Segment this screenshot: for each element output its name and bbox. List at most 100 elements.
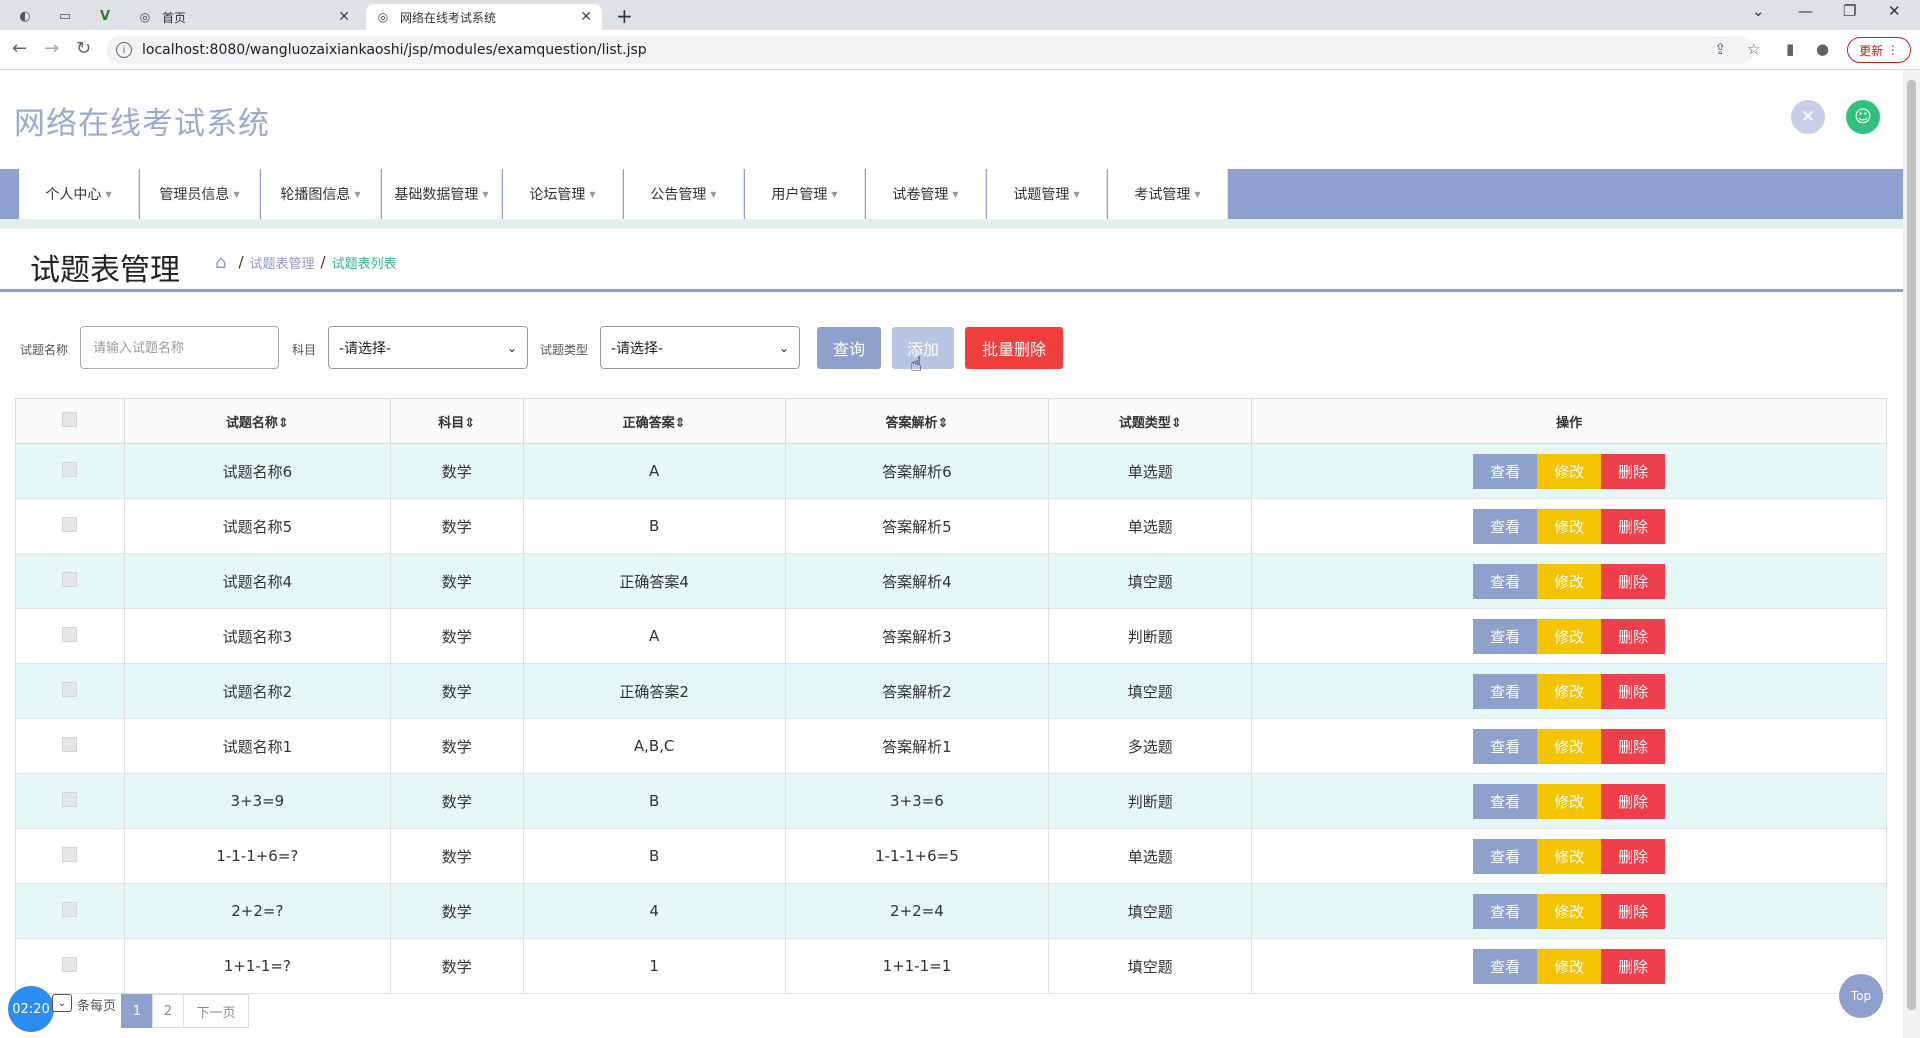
question-type-cell: 填空题 — [1048, 938, 1253, 994]
delete-button[interactable]: 删除 — [1601, 673, 1666, 709]
breadcrumb-link[interactable]: 试题表管理 — [250, 253, 315, 272]
row-checkbox[interactable] — [62, 626, 78, 642]
close-window-button[interactable]: ✕ — [1888, 2, 1901, 20]
back-arrow-icon[interactable]: ← — [12, 38, 27, 59]
page-button-1[interactable]: 1 — [121, 994, 153, 1028]
per-page-select[interactable]: ⌄ — [52, 994, 72, 1012]
back-to-top-button[interactable]: Top — [1839, 974, 1883, 1018]
row-checkbox[interactable] — [62, 681, 78, 697]
name-search-input[interactable] — [80, 326, 279, 369]
caret-down-icon: ▼ — [105, 189, 112, 199]
view-button[interactable]: 查看 — [1473, 618, 1538, 654]
row-checkbox[interactable] — [62, 956, 78, 972]
edit-button[interactable]: 修改 — [1537, 893, 1602, 929]
row-checkbox[interactable] — [62, 791, 78, 807]
reload-icon[interactable]: ↻ — [76, 38, 91, 59]
delete-button[interactable]: 删除 — [1601, 893, 1666, 929]
subject-select[interactable]: -请选择- ⌄ — [328, 326, 528, 369]
browser-tab-home[interactable]: ◎ 首页 ✕ — [128, 4, 360, 30]
menu-questions[interactable]: 试题管理 ▼ — [987, 169, 1107, 219]
mouse-pointer-icon: ☝ — [910, 352, 923, 376]
view-button[interactable]: 查看 — [1473, 783, 1538, 819]
delete-button[interactable]: 删除 — [1601, 728, 1666, 764]
row-checkbox[interactable] — [62, 846, 78, 862]
delete-button[interactable]: 删除 — [1601, 453, 1666, 489]
delete-button[interactable]: 删除 — [1601, 783, 1666, 819]
edit-button[interactable]: 修改 — [1537, 508, 1602, 544]
pinned-tab-1[interactable]: ◐ — [10, 5, 40, 27]
edit-button[interactable]: 修改 — [1537, 563, 1602, 599]
home-icon[interactable]: ⌂ — [215, 252, 226, 273]
row-checkbox[interactable] — [62, 516, 78, 532]
close-tab-icon[interactable]: ✕ — [580, 9, 592, 25]
column-header[interactable]: 答案解析⇕ — [784, 398, 1050, 444]
browser-tab-active[interactable]: ◎ 网络在线考试系统 ✕ — [366, 4, 602, 30]
url-field[interactable]: i localhost:8080/wangluozaixiankaoshi/js… — [106, 36, 1754, 64]
view-button[interactable]: 查看 — [1473, 508, 1538, 544]
delete-button[interactable]: 删除 — [1601, 563, 1666, 599]
profile-icon[interactable]: ● — [1816, 40, 1829, 58]
column-header[interactable]: 科目⇕ — [389, 398, 524, 444]
type-select[interactable]: -请选择- ⌄ — [600, 326, 800, 369]
menu-forum[interactable]: 论坛管理 ▼ — [503, 169, 623, 219]
row-checkbox[interactable] — [62, 901, 78, 917]
pinned-tab-3[interactable]: V — [90, 5, 120, 27]
user-avatar-icon[interactable]: ☺ — [1846, 100, 1880, 134]
delete-button[interactable]: 删除 — [1601, 508, 1666, 544]
tab-search-icon[interactable]: ⌄ — [1752, 2, 1765, 20]
edit-button[interactable]: 修改 — [1537, 783, 1602, 819]
view-button[interactable]: 查看 — [1473, 453, 1538, 489]
menu-notice[interactable]: 公告管理 ▼ — [624, 169, 744, 219]
delete-button[interactable]: 删除 — [1601, 838, 1666, 874]
view-button[interactable]: 查看 — [1473, 563, 1538, 599]
forward-arrow-icon[interactable]: → — [44, 38, 59, 59]
menu-admin-info[interactable]: 管理员信息 ▼ — [140, 169, 260, 219]
row-checkbox[interactable] — [62, 736, 78, 752]
minimize-button[interactable]: — — [1798, 2, 1813, 20]
delete-button[interactable]: 删除 — [1601, 948, 1666, 984]
edit-button[interactable]: 修改 — [1537, 948, 1602, 984]
view-button[interactable]: 查看 — [1473, 838, 1538, 874]
add-button[interactable]: 添加 — [892, 327, 954, 369]
row-checkbox[interactable] — [62, 571, 78, 587]
fullscreen-icon[interactable]: ✕ — [1791, 100, 1825, 134]
menu-exams[interactable]: 考试管理 ▼ — [1108, 169, 1228, 219]
edit-button[interactable]: 修改 — [1537, 453, 1602, 489]
edit-button[interactable]: 修改 — [1537, 618, 1602, 654]
new-tab-button[interactable]: + — [616, 4, 633, 28]
view-button[interactable]: 查看 — [1473, 948, 1538, 984]
restore-button[interactable]: ❐ — [1843, 2, 1856, 20]
view-button[interactable]: 查看 — [1473, 673, 1538, 709]
share-icon[interactable]: ⇪ — [1714, 40, 1727, 58]
page-button-2[interactable]: 2 — [152, 994, 184, 1028]
next-page-button[interactable]: 下一页 — [183, 994, 249, 1028]
batch-delete-button[interactable]: 批量删除 — [965, 327, 1063, 369]
edit-button[interactable]: 修改 — [1537, 728, 1602, 764]
column-header[interactable]: 试题名称⇕ — [123, 398, 391, 444]
column-header[interactable]: 试题类型⇕ — [1048, 398, 1253, 444]
scrollbar-thumb[interactable] — [1907, 80, 1916, 1010]
view-button[interactable]: 查看 — [1473, 728, 1538, 764]
info-icon[interactable]: i — [116, 42, 132, 58]
sidebar-icon[interactable]: ▮ — [1786, 40, 1794, 58]
close-tab-icon[interactable]: ✕ — [338, 9, 350, 25]
caret-down-icon: ▼ — [354, 189, 361, 199]
pinned-tab-2[interactable]: ▭ — [50, 5, 80, 27]
row-checkbox[interactable] — [62, 461, 78, 477]
select-all-checkbox[interactable] — [62, 411, 78, 427]
query-button[interactable]: 查询 — [817, 327, 881, 369]
browser-update-button[interactable]: 更新 ⋮ — [1847, 37, 1911, 63]
menu-basic-data[interactable]: 基础数据管理 ▼ — [382, 169, 502, 219]
menu-personal-center[interactable]: 个人中心 ▼ — [19, 169, 139, 219]
menu-papers[interactable]: 试卷管理 ▼ — [866, 169, 986, 219]
edit-button[interactable]: 修改 — [1537, 838, 1602, 874]
menu-carousel-info[interactable]: 轮播图信息 ▼ — [261, 169, 381, 219]
edit-button[interactable]: 修改 — [1537, 673, 1602, 709]
row-select-cell — [15, 443, 125, 499]
delete-button[interactable]: 删除 — [1601, 618, 1666, 654]
breadcrumb-current: 试题表列表 — [331, 256, 397, 272]
column-header[interactable]: 正确答案⇕ — [522, 398, 786, 444]
bookmark-star-icon[interactable]: ☆ — [1747, 40, 1760, 58]
menu-users[interactable]: 用户管理 ▼ — [745, 169, 865, 219]
view-button[interactable]: 查看 — [1473, 893, 1538, 929]
